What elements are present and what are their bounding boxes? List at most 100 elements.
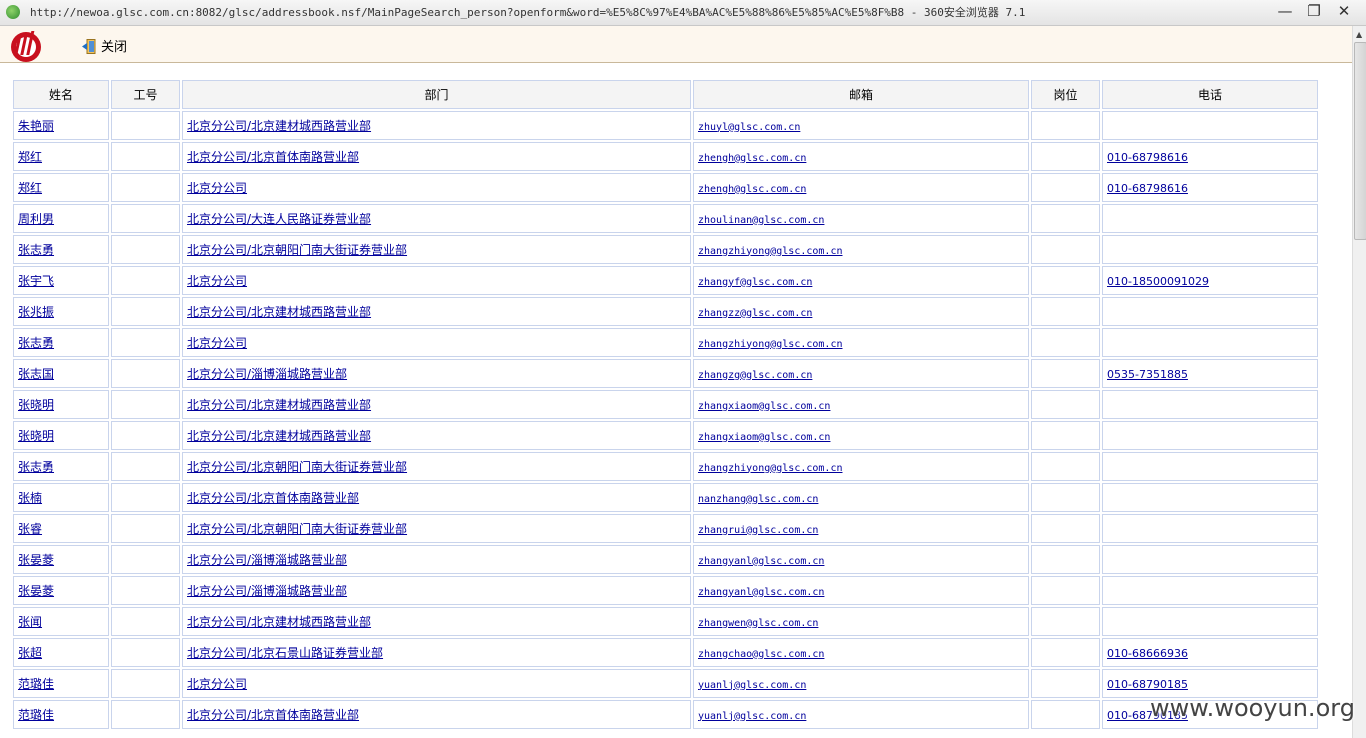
- scrollbar-thumb[interactable]: [1354, 42, 1366, 240]
- cell-phone-link[interactable]: 010-68798616: [1107, 151, 1188, 164]
- cell-department-link[interactable]: 北京分公司/北京石景山路证券营业部: [187, 646, 383, 660]
- cell-phone-link[interactable]: 010-18500091029: [1107, 275, 1209, 288]
- cell-department-link[interactable]: 北京分公司: [187, 181, 247, 195]
- cell-email-link[interactable]: zhangwen@glsc.com.cn: [698, 618, 818, 629]
- cell-email-link[interactable]: zhuyl@glsc.com.cn: [698, 122, 800, 133]
- cell-name-link[interactable]: 张闻: [18, 615, 42, 629]
- header-position[interactable]: 岗位: [1031, 80, 1100, 109]
- cell-department: 北京分公司/北京首体南路营业部: [182, 700, 691, 729]
- cell-email-link[interactable]: zhangzhiyong@glsc.com.cn: [698, 339, 843, 350]
- cell-department-link[interactable]: 北京分公司: [187, 336, 247, 350]
- cell-department: 北京分公司/大连人民路证券营业部: [182, 204, 691, 233]
- cell-employee-id: [111, 638, 180, 667]
- cell-name-link[interactable]: 张楠: [18, 491, 42, 505]
- cell-employee-id: [111, 359, 180, 388]
- cell-department-link[interactable]: 北京分公司/北京首体南路营业部: [187, 150, 359, 164]
- cell-name-link[interactable]: 张志勇: [18, 336, 54, 350]
- cell-name-link[interactable]: 朱艳丽: [18, 119, 54, 133]
- scroll-up-arrow-icon[interactable]: ▲: [1356, 30, 1362, 39]
- header-email[interactable]: 邮箱: [693, 80, 1029, 109]
- header-phone[interactable]: 电话: [1102, 80, 1318, 109]
- cell-department-link[interactable]: 北京分公司/北京朝阳门南大街证券营业部: [187, 460, 407, 474]
- cell-department-link[interactable]: 北京分公司/淄博淄城路营业部: [187, 584, 347, 598]
- cell-name: 张志勇: [13, 328, 109, 357]
- close-page-button[interactable]: 关闭: [82, 36, 127, 55]
- cell-phone-link[interactable]: 010-68798616: [1107, 182, 1188, 195]
- cell-department-link[interactable]: 北京分公司/淄博淄城路营业部: [187, 367, 347, 381]
- cell-department-link[interactable]: 北京分公司/北京建材城西路营业部: [187, 305, 371, 319]
- cell-email: zhangzg@glsc.com.cn: [693, 359, 1029, 388]
- cell-email-link[interactable]: nanzhang@glsc.com.cn: [698, 494, 818, 505]
- cell-name-link[interactable]: 张晏菱: [18, 584, 54, 598]
- cell-department-link[interactable]: 北京分公司: [187, 274, 247, 288]
- cell-phone-link[interactable]: 0535-7351885: [1107, 368, 1188, 381]
- header-employee-id[interactable]: 工号: [111, 80, 180, 109]
- cell-email-link[interactable]: yuanlj@glsc.com.cn: [698, 711, 806, 722]
- cell-email-link[interactable]: zhangxiaom@glsc.com.cn: [698, 401, 830, 412]
- cell-employee-id: [111, 669, 180, 698]
- cell-email-link[interactable]: zhangxiaom@glsc.com.cn: [698, 432, 830, 443]
- cell-department: 北京分公司/淄博淄城路营业部: [182, 576, 691, 605]
- cell-email-link[interactable]: zhangchao@glsc.com.cn: [698, 649, 824, 660]
- cell-name: 张睿: [13, 514, 109, 543]
- header-name[interactable]: 姓名: [13, 80, 109, 109]
- cell-department-link[interactable]: 北京分公司/北京首体南路营业部: [187, 491, 359, 505]
- cell-department-link[interactable]: 北京分公司/北京建材城西路营业部: [187, 119, 371, 133]
- cell-name-link[interactable]: 周利男: [18, 212, 54, 226]
- cell-name-link[interactable]: 张志勇: [18, 243, 54, 257]
- cell-department-link[interactable]: 北京分公司/北京首体南路营业部: [187, 708, 359, 722]
- cell-email-link[interactable]: zhangzg@glsc.com.cn: [698, 370, 812, 381]
- cell-name-link[interactable]: 张兆振: [18, 305, 54, 319]
- table-row: 张志勇 北京分公司/北京朝阳门南大街证券营业部 zhangzhiyong@glsc.…: [13, 452, 1318, 481]
- cell-email-link[interactable]: zhangzz@glsc.com.cn: [698, 308, 812, 319]
- cell-email-link[interactable]: zhengh@glsc.com.cn: [698, 184, 806, 195]
- cell-email-link[interactable]: zhangzhiyong@glsc.com.cn: [698, 246, 843, 257]
- cell-name-link[interactable]: 张宇飞: [18, 274, 54, 288]
- maximize-button[interactable]: ❐: [1297, 0, 1331, 24]
- cell-name-link[interactable]: 郑红: [18, 150, 42, 164]
- table-row: 张晏菱 北京分公司/淄博淄城路营业部 zhangyanl@glsc.com.cn: [13, 576, 1318, 605]
- cell-name-link[interactable]: 张超: [18, 646, 42, 660]
- cell-name-link[interactable]: 张睿: [18, 522, 42, 536]
- header-department[interactable]: 部门: [182, 80, 691, 109]
- table-row: 朱艳丽 北京分公司/北京建材城西路营业部 zhuyl@glsc.com.cn: [13, 111, 1318, 140]
- cell-email-link[interactable]: zhangyanl@glsc.com.cn: [698, 556, 824, 567]
- cell-department: 北京分公司: [182, 328, 691, 357]
- cell-email: yuanlj@glsc.com.cn: [693, 669, 1029, 698]
- cell-department: 北京分公司: [182, 669, 691, 698]
- cell-department-link[interactable]: 北京分公司/淄博淄城路营业部: [187, 553, 347, 567]
- cell-name-link[interactable]: 范璐佳: [18, 708, 54, 722]
- window-close-button[interactable]: ✕: [1327, 0, 1361, 24]
- cell-email-link[interactable]: yuanlj@glsc.com.cn: [698, 680, 806, 691]
- cell-department-link[interactable]: 北京分公司/大连人民路证券营业部: [187, 212, 371, 226]
- cell-name: 张晓明: [13, 390, 109, 419]
- cell-email-link[interactable]: zhangyf@glsc.com.cn: [698, 277, 812, 288]
- cell-department-link[interactable]: 北京分公司: [187, 677, 247, 691]
- cell-department-link[interactable]: 北京分公司/北京建材城西路营业部: [187, 429, 371, 443]
- cell-email-link[interactable]: zhoulinan@glsc.com.cn: [698, 215, 824, 226]
- cell-name-link[interactable]: 张晓明: [18, 398, 54, 412]
- cell-name-link[interactable]: 张晓明: [18, 429, 54, 443]
- cell-name-link[interactable]: 张志国: [18, 367, 54, 381]
- cell-department-link[interactable]: 北京分公司/北京建材城西路营业部: [187, 615, 371, 629]
- cell-name-link[interactable]: 张志勇: [18, 460, 54, 474]
- cell-phone-link[interactable]: 010-68790185: [1107, 678, 1188, 691]
- cell-name-link[interactable]: 张晏菱: [18, 553, 54, 567]
- cell-email-link[interactable]: zhangzhiyong@glsc.com.cn: [698, 463, 843, 474]
- cell-email: zhangzz@glsc.com.cn: [693, 297, 1029, 326]
- table-row: 张睿 北京分公司/北京朝阳门南大街证券营业部 zhangrui@glsc.com.c…: [13, 514, 1318, 543]
- cell-phone-link[interactable]: 010-68666936: [1107, 647, 1188, 660]
- cell-email-link[interactable]: zhangrui@glsc.com.cn: [698, 525, 818, 536]
- cell-department-link[interactable]: 北京分公司/北京朝阳门南大街证券营业部: [187, 522, 407, 536]
- cell-department-link[interactable]: 北京分公司/北京朝阳门南大街证券营业部: [187, 243, 407, 257]
- cell-department-link[interactable]: 北京分公司/北京建材城西路营业部: [187, 398, 371, 412]
- cell-name-link[interactable]: 范璐佳: [18, 677, 54, 691]
- cell-email-link[interactable]: zhengh@glsc.com.cn: [698, 153, 806, 164]
- cell-position: [1031, 607, 1100, 636]
- cell-name-link[interactable]: 郑红: [18, 181, 42, 195]
- cell-email-link[interactable]: zhangyanl@glsc.com.cn: [698, 587, 824, 598]
- cell-email: zhangyanl@glsc.com.cn: [693, 576, 1029, 605]
- cell-email: nanzhang@glsc.com.cn: [693, 483, 1029, 512]
- vertical-scrollbar[interactable]: ▲: [1352, 26, 1366, 738]
- cell-phone: [1102, 297, 1318, 326]
